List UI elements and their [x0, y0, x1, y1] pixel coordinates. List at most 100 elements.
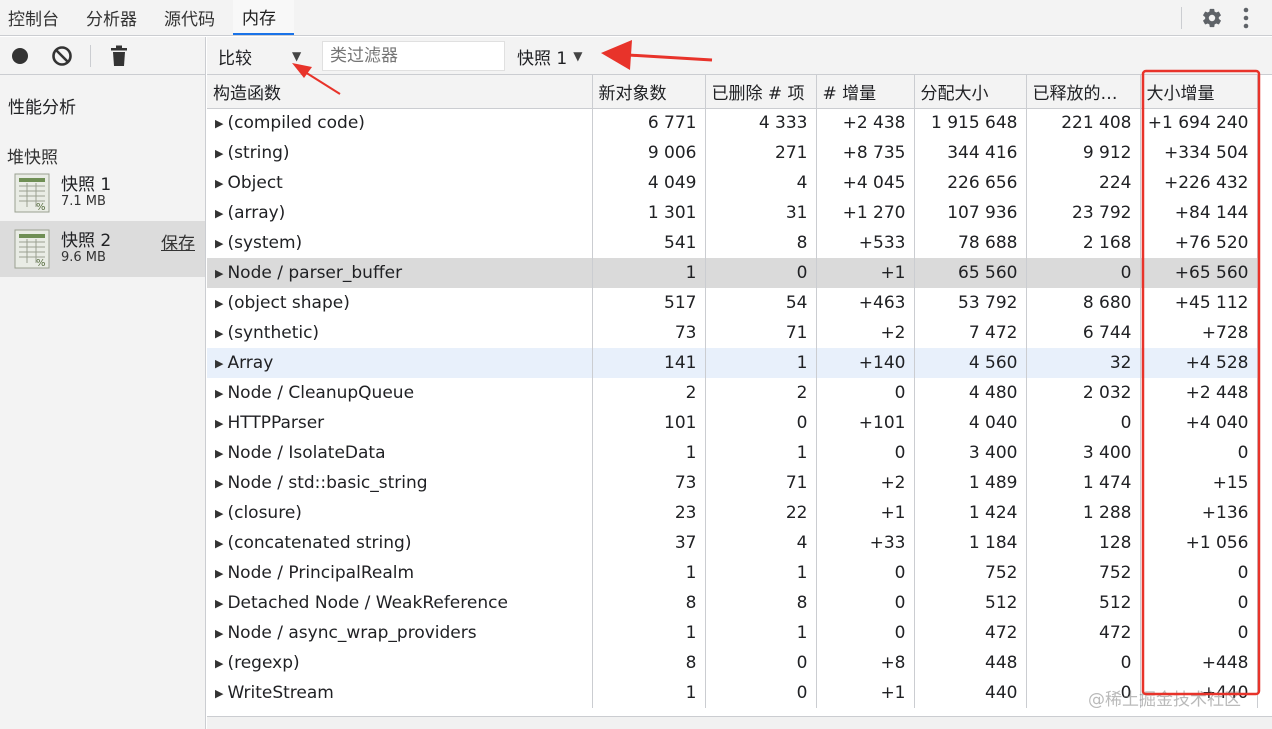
size-delta-cell: +2 448 [1140, 378, 1258, 408]
delta-count-cell: +1 [816, 678, 915, 708]
more-options-icon[interactable] [1232, 4, 1260, 32]
tab-profiler[interactable]: 分析器 [77, 0, 155, 35]
expand-triangle-icon[interactable]: ▶ [215, 657, 223, 670]
freed-size-cell: 23 792 [1026, 198, 1141, 228]
expand-triangle-icon[interactable]: ▶ [215, 627, 223, 640]
horizontal-scrollbar[interactable] [207, 716, 1272, 729]
table-row[interactable]: ▶ (concatenated string) 37 4 +33 1 184 128 +1 0… [207, 528, 1258, 558]
table-row[interactable]: ▶ Object 4 049 4 +4 045 226 656 224 +226 432 [207, 168, 1258, 198]
constructor-cell: ▶ (system) [207, 228, 593, 258]
table-row[interactable]: ▶ Node / CleanupQueue 2 2 0 4 480 2 032 +2 448 [207, 378, 1258, 408]
trash-icon[interactable] [105, 42, 133, 70]
expand-triangle-icon[interactable]: ▶ [215, 387, 223, 400]
table-row[interactable]: ▶ (object shape) 517 54 +463 53 792 8 680 +45 1… [207, 288, 1258, 318]
delta-count-cell: +2 [816, 468, 915, 498]
heap-snapshot-icon: % [14, 229, 50, 269]
snapshot-toolbar: 比较 ▼ 快照 1 ▼ [207, 37, 1272, 75]
heap-snapshot-icon: % [14, 173, 50, 213]
expand-triangle-icon[interactable]: ▶ [215, 297, 223, 310]
new-count-cell: 4 049 [592, 168, 706, 198]
tab-console[interactable]: 控制台 [0, 0, 77, 35]
expand-triangle-icon[interactable]: ▶ [215, 507, 223, 520]
constructor-cell: ▶ Node / PrincipalRealm [207, 558, 593, 588]
table-row[interactable]: ▶ Node / async_wrap_providers 1 1 0 472 472 0 [207, 618, 1258, 648]
tab-memory[interactable]: 内存 [233, 0, 294, 35]
expand-triangle-icon[interactable]: ▶ [215, 687, 223, 700]
expand-triangle-icon[interactable]: ▶ [215, 207, 223, 220]
table-row[interactable]: ▶ Detached Node / WeakReference 8 8 0 512 512 0 [207, 588, 1258, 618]
view-select[interactable]: 比较 ▼ [218, 37, 301, 75]
new-count-cell: 101 [592, 408, 706, 438]
constructor-name: (concatenated string) [227, 533, 412, 553]
constructor-name: (compiled code) [227, 113, 365, 134]
table-row[interactable]: ▶ (closure) 23 22 +1 1 424 1 288 +136 [207, 498, 1258, 528]
column-header-new[interactable]: 新对象数 [592, 75, 706, 109]
expand-triangle-icon[interactable]: ▶ [215, 327, 223, 340]
constructor-cell: ▶ Object [207, 168, 593, 198]
expand-triangle-icon[interactable]: ▶ [215, 147, 223, 160]
table-row[interactable]: ▶ (system) 541 8 +533 78 688 2 168 +76 520 [207, 228, 1258, 258]
tab-sources[interactable]: 源代码 [155, 0, 233, 35]
expand-triangle-icon[interactable]: ▶ [215, 357, 223, 370]
expand-triangle-icon[interactable]: ▶ [215, 417, 223, 430]
table-row[interactable]: ▶ Array 141 1 +140 4 560 32 +4 528 [207, 348, 1258, 378]
expand-triangle-icon[interactable]: ▶ [215, 597, 223, 610]
new-count-cell: 1 [592, 558, 706, 588]
table-row[interactable]: ▶ (synthetic) 73 71 +2 7 472 6 744 +728 [207, 318, 1258, 348]
table-row[interactable]: ▶ Node / std::basic_string 73 71 +2 1 489 1 47… [207, 468, 1258, 498]
table-row[interactable]: ▶ Node / PrincipalRealm 1 1 0 752 752 0 [207, 558, 1258, 588]
size-delta-cell: +1 056 [1140, 528, 1258, 558]
new-count-cell: 23 [592, 498, 706, 528]
deleted-count-cell: 271 [705, 138, 817, 168]
deleted-count-cell: 31 [705, 198, 817, 228]
table-row[interactable]: ▶ (string) 9 006 271 +8 735 344 416 9 912 +334 … [207, 138, 1258, 168]
baseline-select[interactable]: 快照 1 ▼ [517, 37, 582, 75]
column-header-deleted[interactable]: 已删除 # 项 [705, 75, 817, 109]
expand-triangle-icon[interactable]: ▶ [215, 177, 223, 190]
freed-size-cell: 32 [1026, 348, 1141, 378]
record-icon[interactable] [6, 42, 34, 70]
save-snapshot-link[interactable]: 保存 [161, 229, 195, 254]
freed-size-cell: 3 400 [1026, 438, 1141, 468]
new-count-cell: 8 [592, 648, 706, 678]
delta-count-cell: 0 [816, 558, 915, 588]
clear-all-icon[interactable] [48, 42, 76, 70]
size-delta-cell: +15 [1140, 468, 1258, 498]
profiles-title: 性能分析 [8, 98, 76, 118]
column-header-delta[interactable]: # 增量 [816, 75, 915, 109]
freed-size-cell: 1 474 [1026, 468, 1141, 498]
column-header-freed-size[interactable]: 已释放的… [1026, 75, 1141, 109]
expand-triangle-icon[interactable]: ▶ [215, 567, 223, 580]
devtools-tab-bar: 控制台 分析器 源代码 内存 [0, 0, 1272, 36]
table-row[interactable]: ▶ (compiled code) 6 771 4 333 +2 438 1 915 64… [207, 108, 1258, 138]
size-delta-cell: +728 [1140, 318, 1258, 348]
column-header-size-delta[interactable]: 大小增量 [1140, 75, 1258, 109]
table-body: ▶ (compiled code) 6 771 4 333 +2 438 1 915 64… [207, 108, 1258, 708]
new-count-cell: 8 [592, 588, 706, 618]
expand-triangle-icon[interactable]: ▶ [215, 267, 223, 280]
class-filter-input[interactable] [322, 41, 505, 71]
settings-gear-icon[interactable] [1198, 4, 1226, 32]
table-row[interactable]: ▶ Node / parser_buffer 1 0 +1 65 560 0 +65 560 [207, 258, 1258, 288]
baseline-select-label: 快照 1 [517, 48, 568, 69]
column-header-constructor[interactable]: 构造函数 [207, 75, 593, 109]
expand-triangle-icon[interactable]: ▶ [215, 477, 223, 490]
size-delta-cell: 0 [1140, 558, 1258, 588]
snapshot-item-1[interactable]: % 快照 1 7.1 MB [0, 165, 205, 221]
expand-triangle-icon[interactable]: ▶ [215, 117, 223, 130]
table-row[interactable]: ▶ Node / IsolateData 1 1 0 3 400 3 400 0 [207, 438, 1258, 468]
size-delta-cell: +65 560 [1140, 258, 1258, 288]
expand-triangle-icon[interactable]: ▶ [215, 447, 223, 460]
svg-text:%: % [36, 202, 46, 213]
expand-triangle-icon[interactable]: ▶ [215, 537, 223, 550]
delta-count-cell: 0 [816, 618, 915, 648]
new-count-cell: 1 [592, 618, 706, 648]
size-delta-cell: +4 528 [1140, 348, 1258, 378]
column-header-alloc-size[interactable]: 分配大小 [914, 75, 1027, 109]
table-row[interactable]: ▶ HTTPParser 101 0 +101 4 040 0 +4 040 [207, 408, 1258, 438]
table-row[interactable]: ▶ (regexp) 8 0 +8 448 0 +448 [207, 648, 1258, 678]
snapshot-item-2[interactable]: % 快照 2 9.6 MB 保存 [0, 221, 205, 277]
table-row[interactable]: ▶ (array) 1 301 31 +1 270 107 936 23 792 +84 14… [207, 198, 1258, 228]
expand-triangle-icon[interactable]: ▶ [215, 237, 223, 250]
constructor-cell: ▶ Node / CleanupQueue [207, 378, 593, 408]
